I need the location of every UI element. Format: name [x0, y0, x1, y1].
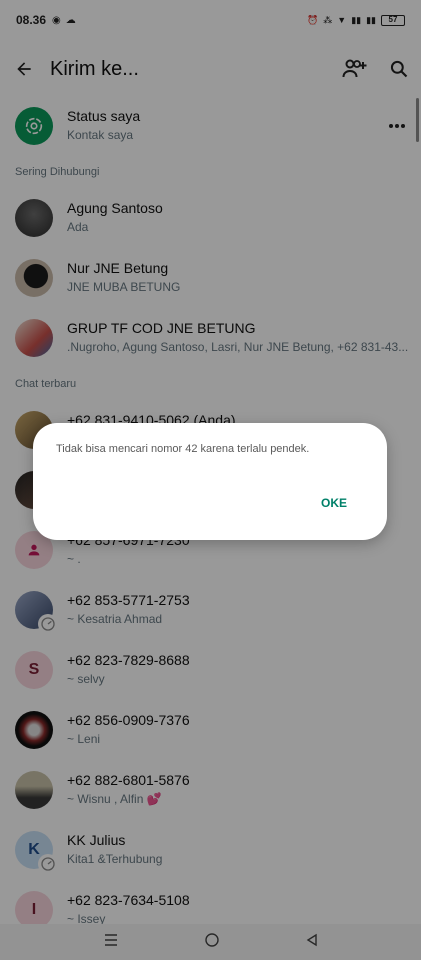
error-dialog: Tidak bisa mencari nomor 42 karena terla…	[33, 423, 387, 540]
dialog-message: Tidak bisa mencari nomor 42 karena terla…	[56, 443, 310, 455]
ok-button[interactable]: OKE	[321, 496, 347, 510]
